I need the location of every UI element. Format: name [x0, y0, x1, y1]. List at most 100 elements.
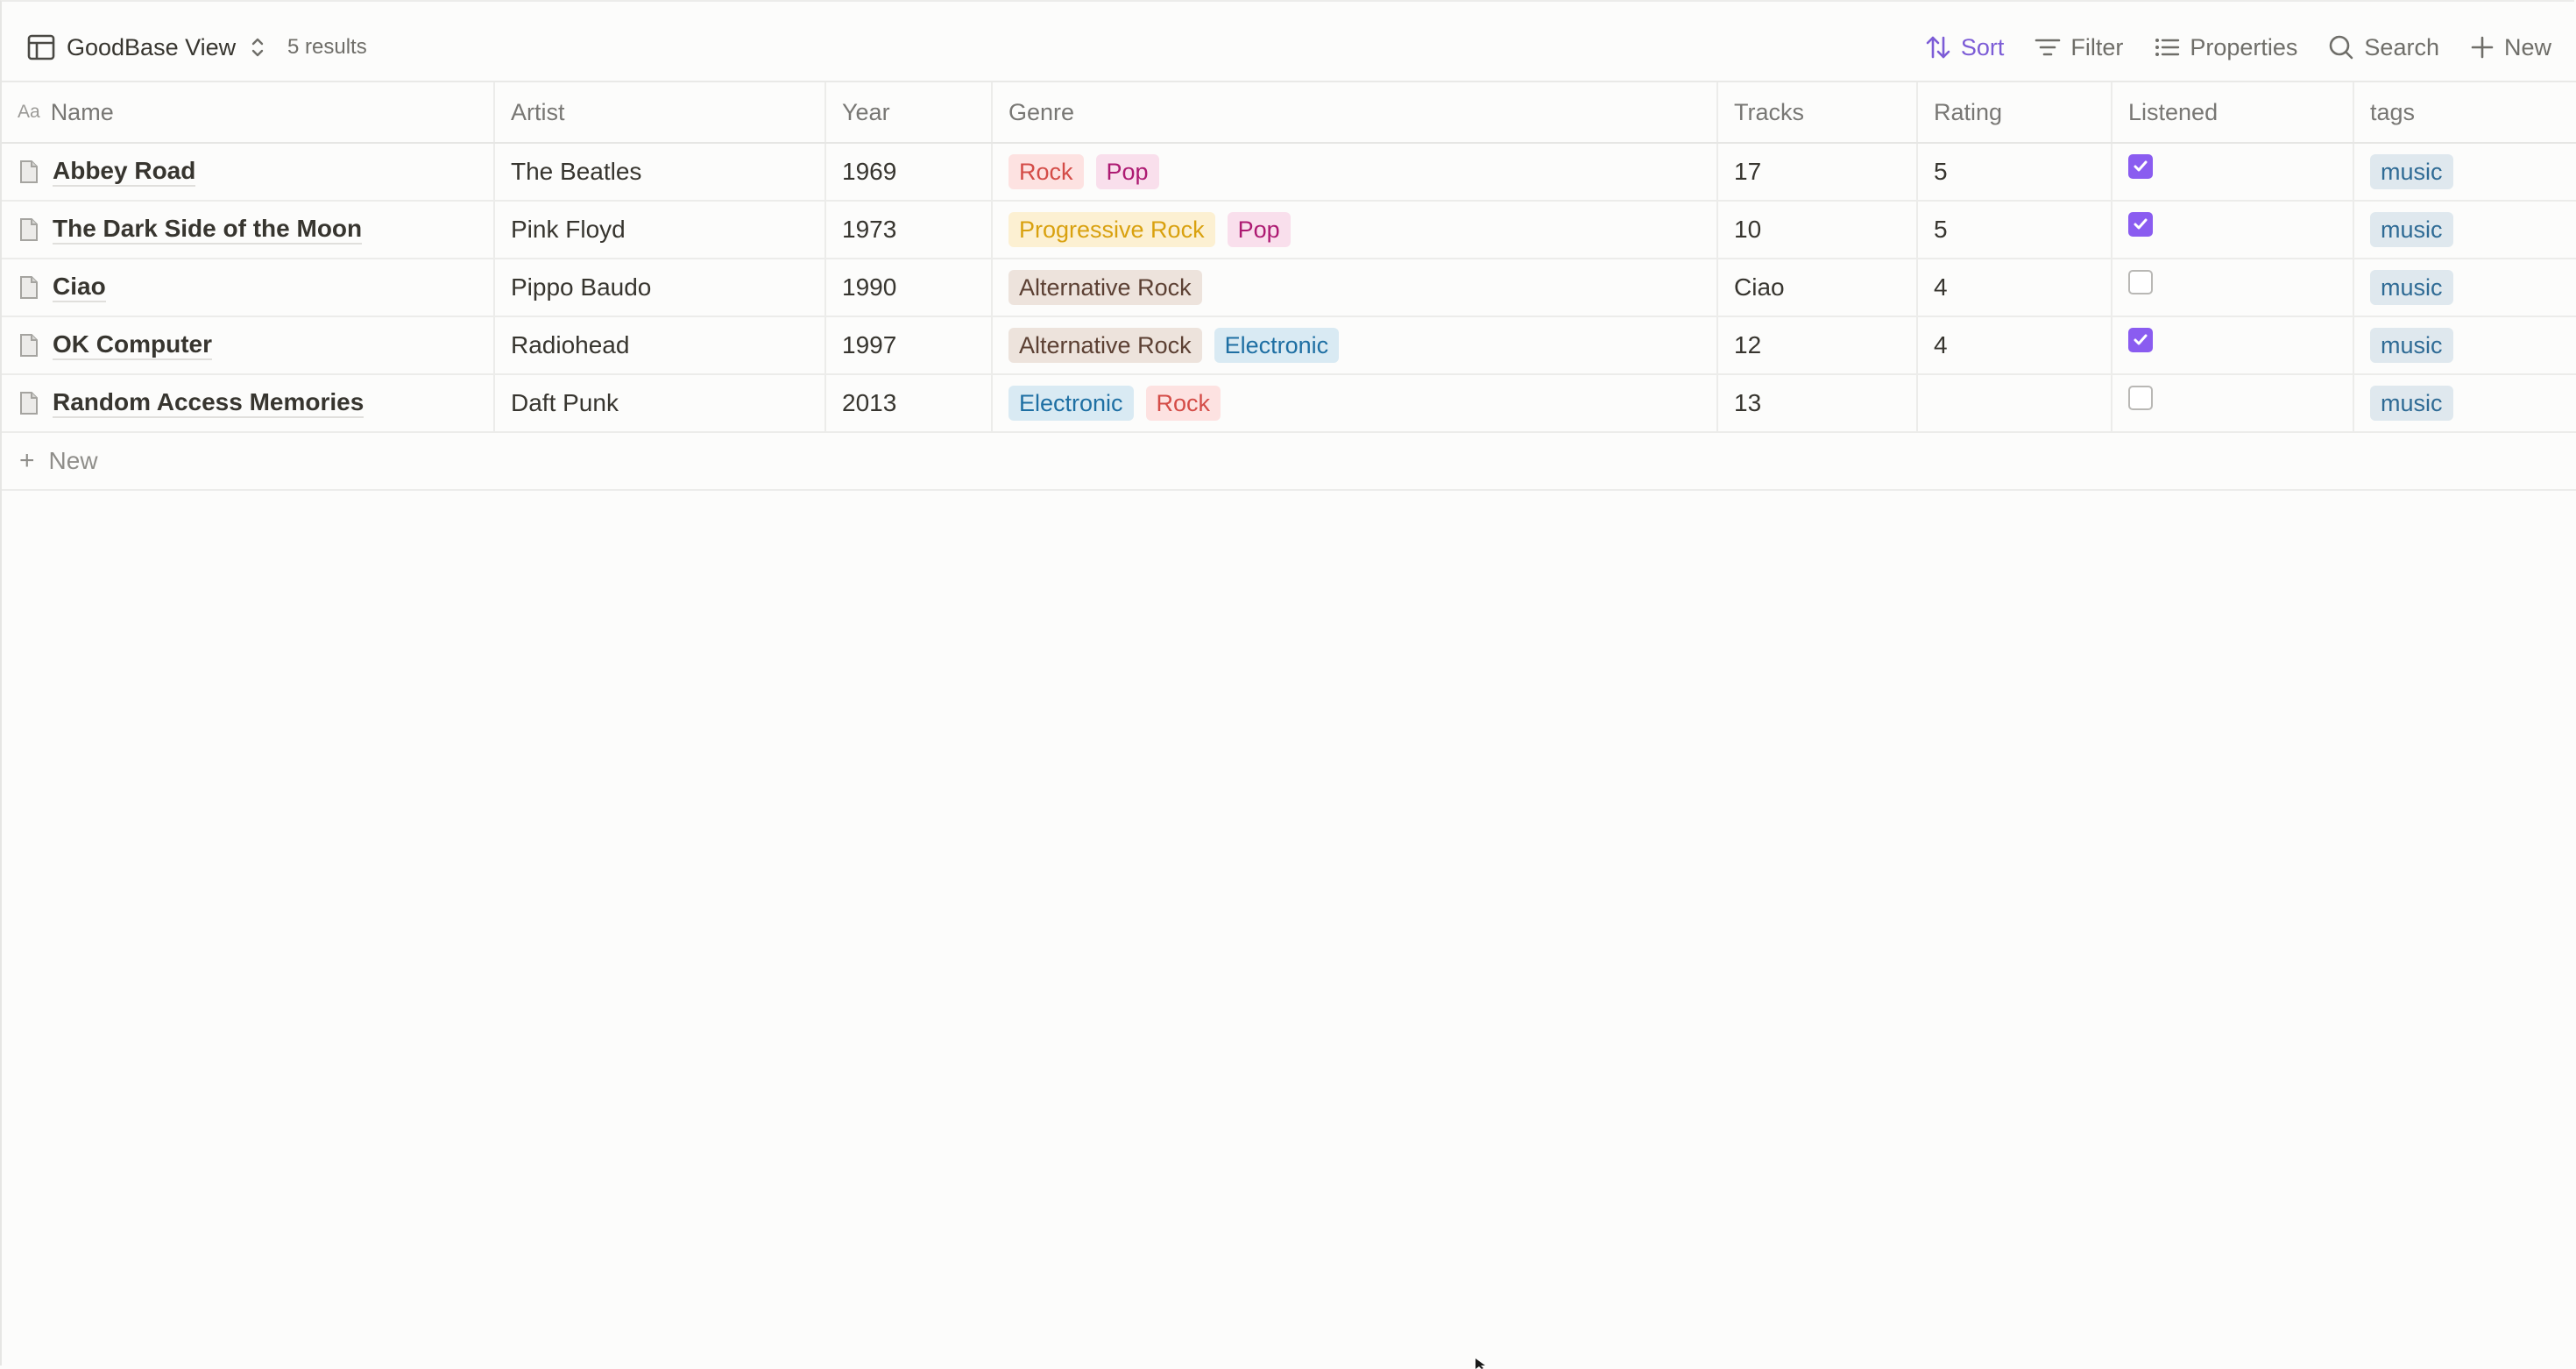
table-row[interactable]: Random Access Memories Daft Punk 2013 Elect… — [2, 375, 2576, 433]
filter-button[interactable]: Filter — [2034, 33, 2123, 61]
name-cell[interactable]: Abbey Road — [2, 144, 495, 200]
year-cell[interactable]: 1990 — [826, 259, 993, 316]
column-header-year[interactable]: Year — [826, 82, 993, 142]
name-cell[interactable]: The Dark Side of the Moon — [2, 202, 495, 258]
table-row[interactable]: Abbey Road The Beatles 1969 Rock Pop 17 5 music — [2, 144, 2576, 202]
column-label: Genre — [1008, 98, 1075, 125]
page-icon — [20, 276, 38, 299]
column-header-genre[interactable]: Genre — [993, 82, 1718, 142]
page-icon — [20, 334, 38, 357]
tag-chip: music — [2370, 154, 2453, 189]
tracks-cell[interactable]: 13 — [1718, 375, 1918, 431]
artist-cell[interactable]: The Beatles — [495, 144, 826, 200]
listened-checkbox[interactable] — [2128, 212, 2153, 237]
album-title-link[interactable]: The Dark Side of the Moon — [53, 215, 363, 245]
view-name: GoodBase View — [67, 33, 237, 60]
column-label: Tracks — [1734, 98, 1804, 125]
column-label: Artist — [511, 98, 565, 125]
rating-cell[interactable]: 4 — [1918, 259, 2112, 316]
artist-cell[interactable]: Pippo Baudo — [495, 259, 826, 316]
tracks-cell[interactable]: Ciao — [1718, 259, 1918, 316]
column-label: Rating — [1934, 98, 2003, 125]
listened-cell[interactable] — [2112, 259, 2354, 316]
genre-tag: Progressive Rock — [1008, 212, 1215, 247]
table-row[interactable]: Ciao Pippo Baudo 1990 Alternative Rock Ciao 4… — [2, 259, 2576, 317]
view-selector[interactable]: GoodBase View — [26, 28, 269, 67]
rating-cell[interactable] — [1918, 375, 2112, 431]
genre-tag: Pop — [1095, 154, 1159, 189]
name-cell[interactable]: Ciao — [2, 259, 495, 316]
column-header-tracks[interactable]: Tracks — [1718, 82, 1918, 142]
column-header-listened[interactable]: Listened — [2112, 82, 2354, 142]
column-header-rating[interactable]: Rating — [1918, 82, 2112, 142]
year-cell[interactable]: 2013 — [826, 375, 993, 431]
listened-checkbox[interactable] — [2128, 386, 2153, 410]
tracks-cell[interactable]: 17 — [1718, 144, 1918, 200]
tracks-cell[interactable]: 10 — [1718, 202, 1918, 258]
sort-icon — [1926, 36, 1950, 59]
rating-cell[interactable]: 4 — [1918, 317, 2112, 373]
tag-chip: music — [2370, 212, 2453, 247]
artist-cell[interactable]: Radiohead — [495, 317, 826, 373]
genre-tag: Alternative Rock — [1008, 328, 1202, 363]
chevron-up-down-icon — [251, 38, 264, 57]
listened-checkbox[interactable] — [2128, 154, 2153, 179]
tracks-cell[interactable]: 12 — [1718, 317, 1918, 373]
list-icon — [2155, 39, 2180, 56]
listened-cell[interactable] — [2112, 375, 2354, 431]
tag-chip: music — [2370, 386, 2453, 421]
check-icon — [2134, 218, 2148, 230]
page-icon — [20, 392, 38, 415]
listened-checkbox[interactable] — [2128, 328, 2153, 352]
plus-icon — [2471, 36, 2494, 59]
year-cell[interactable]: 1969 — [826, 144, 993, 200]
page-icon — [20, 160, 38, 183]
artist-cell[interactable]: Pink Floyd — [495, 202, 826, 258]
column-header-name[interactable]: Aa Name — [2, 82, 495, 142]
rating-cell[interactable]: 5 — [1918, 202, 2112, 258]
results-count: 5 results — [287, 35, 367, 59]
new-button[interactable]: New — [2469, 34, 2551, 61]
filter-label: Filter — [2070, 33, 2124, 60]
tags-cell[interactable]: music — [2354, 259, 2576, 316]
search-button[interactable]: Search — [2327, 33, 2439, 61]
column-label: Year — [842, 98, 890, 125]
tags-cell[interactable]: music — [2354, 375, 2576, 431]
genre-cell[interactable]: Alternative Rock — [993, 259, 1718, 316]
year-cell[interactable]: 1997 — [826, 317, 993, 373]
column-header-tags[interactable]: tags — [2354, 82, 2576, 142]
sort-label: Sort — [1960, 33, 2005, 60]
listened-cell[interactable] — [2112, 144, 2354, 200]
table-row[interactable]: The Dark Side of the Moon Pink Floyd 1973 P… — [2, 202, 2576, 259]
table-row[interactable]: OK Computer Radiohead 1997 Alternative Rock… — [2, 317, 2576, 375]
name-cell[interactable]: Random Access Memories — [2, 375, 495, 431]
toolbar-actions: Sort Filter Properties Search New — [1894, 28, 2551, 67]
tag-chip: music — [2370, 328, 2453, 363]
listened-cell[interactable] — [2112, 202, 2354, 258]
listened-cell[interactable] — [2112, 317, 2354, 373]
genre-cell[interactable]: Alternative Rock Electronic — [993, 317, 1718, 373]
album-title-link[interactable]: Ciao — [53, 273, 106, 302]
tags-cell[interactable]: music — [2354, 317, 2576, 373]
artist-cell[interactable]: Daft Punk — [495, 375, 826, 431]
name-cell[interactable]: OK Computer — [2, 317, 495, 373]
table-header: Aa Name Artist Year Genre Tracks Rating … — [2, 82, 2576, 144]
column-header-artist[interactable]: Artist — [495, 82, 826, 142]
rating-cell[interactable]: 5 — [1918, 144, 2112, 200]
album-title-link[interactable]: Random Access Memories — [53, 388, 364, 418]
add-row-button[interactable]: + New — [2, 433, 2576, 491]
sort-button[interactable]: Sort — [1924, 33, 2005, 61]
genre-cell[interactable]: Progressive Rock Pop — [993, 202, 1718, 258]
year-cell[interactable]: 1973 — [826, 202, 993, 258]
tags-cell[interactable]: music — [2354, 144, 2576, 200]
listened-checkbox[interactable] — [2128, 270, 2153, 294]
album-title-link[interactable]: Abbey Road — [53, 157, 196, 187]
data-table: Aa Name Artist Year Genre Tracks Rating … — [2, 82, 2576, 491]
album-title-link[interactable]: OK Computer — [53, 330, 212, 360]
genre-cell[interactable]: Rock Pop — [993, 144, 1718, 200]
genre-cell[interactable]: Electronic Rock — [993, 375, 1718, 431]
column-label: Listened — [2128, 98, 2219, 125]
tags-cell[interactable]: music — [2354, 202, 2576, 258]
genre-tag: Alternative Rock — [1008, 270, 1202, 305]
properties-button[interactable]: Properties — [2153, 33, 2297, 61]
